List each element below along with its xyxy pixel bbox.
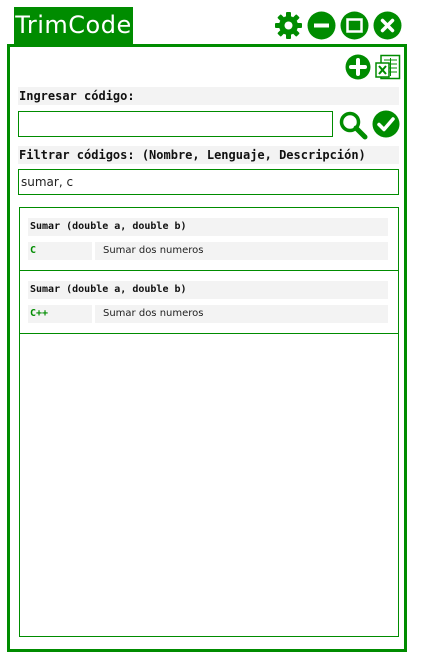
app-window: TrimCode Ingresar código: Filtrar código… — [0, 0, 421, 662]
result-description: Sumar dos numeros — [95, 242, 388, 260]
filter-input[interactable] — [18, 169, 399, 195]
toolbar — [345, 54, 401, 80]
results-list[interactable]: Sumar (double a, double b) C Sumar dos n… — [19, 207, 399, 637]
result-title: Sumar (double a, double b) — [28, 218, 388, 236]
result-language: C — [28, 242, 92, 260]
close-icon[interactable] — [373, 11, 402, 40]
search-icon[interactable] — [338, 110, 368, 140]
result-language: C++ — [28, 305, 92, 323]
maximize-icon[interactable] — [340, 11, 369, 40]
gear-icon[interactable] — [274, 11, 303, 40]
result-item[interactable]: Sumar (double a, double b) C Sumar dos n… — [20, 208, 398, 271]
excel-export-icon[interactable] — [375, 54, 401, 80]
add-code-icon[interactable] — [345, 54, 371, 80]
code-entry-input[interactable] — [18, 111, 333, 137]
result-description: Sumar dos numeros — [95, 305, 388, 323]
filter-label: Filtrar códigos: (Nombre, Lenguaje, Desc… — [18, 146, 399, 164]
code-entry-label: Ingresar código: — [18, 87, 399, 105]
minimize-icon[interactable] — [307, 11, 336, 40]
result-title: Sumar (double a, double b) — [28, 281, 388, 299]
app-title: TrimCode — [14, 7, 133, 44]
result-item[interactable]: Sumar (double a, double b) C++ Sumar dos… — [20, 271, 398, 334]
window-controls — [274, 11, 402, 40]
confirm-icon[interactable] — [372, 110, 400, 138]
